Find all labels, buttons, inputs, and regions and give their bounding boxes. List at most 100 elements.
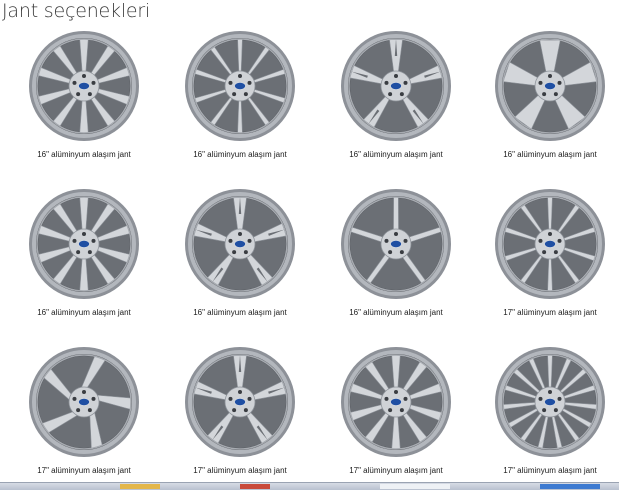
lug-nut xyxy=(247,238,252,243)
wheel-image xyxy=(340,30,452,142)
hub-logo xyxy=(544,240,556,248)
lug-nut xyxy=(87,250,92,255)
wheel-option[interactable]: 17" alüminyum alaşım jant xyxy=(8,346,158,496)
lug-nut xyxy=(247,80,252,85)
lug-nut xyxy=(548,74,552,78)
lug-nut xyxy=(403,238,408,243)
lug-nut xyxy=(548,232,552,236)
lug-nut xyxy=(403,396,408,401)
wheel-caption: 16" alüminyum alaşım jant xyxy=(349,308,443,317)
lug-nut xyxy=(232,250,237,255)
wheel-image xyxy=(494,188,606,300)
lug-nut xyxy=(388,92,393,97)
lug-nut xyxy=(394,390,398,394)
lug-nut xyxy=(542,92,547,97)
wheel-option[interactable]: 16" alüminyum alaşım jant xyxy=(164,188,314,338)
hub-logo xyxy=(544,82,556,90)
wheel-svg xyxy=(495,347,605,457)
wheel-option[interactable]: 17" alüminyum alaşım jant xyxy=(164,346,314,496)
hub-logo xyxy=(390,398,402,406)
hub-logo xyxy=(390,82,402,90)
lug-nut xyxy=(76,250,81,255)
wheel-image xyxy=(184,30,296,142)
wheel-caption: 16" alüminyum alaşım jant xyxy=(193,150,287,159)
lug-nut xyxy=(403,80,408,85)
wheel-caption: 16" alüminyum alaşım jant xyxy=(193,308,287,317)
lug-nut xyxy=(384,80,389,85)
lug-nut xyxy=(228,396,233,401)
lug-nut xyxy=(388,408,393,413)
lug-nut xyxy=(91,238,96,243)
lug-nut xyxy=(228,80,233,85)
lug-nut xyxy=(548,390,552,394)
wheel-option[interactable]: 16" alüminyum alaşım jant xyxy=(474,30,619,180)
hub-logo xyxy=(544,398,556,406)
lug-nut xyxy=(394,74,398,78)
wheel-option[interactable]: 17" alüminyum alaşım jant xyxy=(474,188,619,338)
wheel-image xyxy=(28,188,140,300)
hub-logo xyxy=(390,240,402,248)
wheel-svg xyxy=(341,31,451,141)
wheel-caption: 17" alüminyum alaşım jant xyxy=(349,466,443,475)
wheel-option[interactable]: 16" alüminyum alaşım jant xyxy=(320,30,470,180)
wheel-svg xyxy=(495,31,605,141)
wheel-svg xyxy=(341,189,451,299)
taskbar-app-icon[interactable] xyxy=(240,484,270,489)
hub-logo xyxy=(78,240,90,248)
wheel-caption: 16" alüminyum alaşım jant xyxy=(37,150,131,159)
lug-nut xyxy=(82,74,86,78)
lug-nut xyxy=(388,250,393,255)
lug-nut xyxy=(232,92,237,97)
wheel-option[interactable]: 17" alüminyum alaşım jant xyxy=(320,346,470,496)
lug-nut xyxy=(542,250,547,255)
wheel-caption: 16" alüminyum alaşım jant xyxy=(503,150,597,159)
taskbar-app-icon[interactable] xyxy=(380,484,450,489)
lug-nut xyxy=(399,408,404,413)
taskbar-app-icon[interactable] xyxy=(120,484,160,489)
wheel-option[interactable]: 16" alüminyum alaşım jant xyxy=(8,188,158,338)
taskbar-app-icon[interactable] xyxy=(540,484,600,489)
hub-logo xyxy=(78,398,90,406)
lug-nut xyxy=(538,396,543,401)
lug-nut xyxy=(553,408,558,413)
lug-nut xyxy=(553,250,558,255)
wheel-svg xyxy=(185,347,295,457)
lug-nut xyxy=(384,396,389,401)
lug-nut xyxy=(82,232,86,236)
wheel-caption: 17" alüminyum alaşım jant xyxy=(503,308,597,317)
lug-nut xyxy=(542,408,547,413)
wheel-option[interactable]: 17" alüminyum alaşım jant xyxy=(474,346,619,496)
lug-nut xyxy=(238,232,242,236)
wheel-option[interactable]: 16" alüminyum alaşım jant xyxy=(164,30,314,180)
hub-logo xyxy=(234,82,246,90)
lug-nut xyxy=(76,408,81,413)
lug-nut xyxy=(553,92,558,97)
lug-nut xyxy=(228,238,233,243)
lug-nut xyxy=(243,408,248,413)
lug-nut xyxy=(399,250,404,255)
lug-nut xyxy=(247,396,252,401)
wheel-caption: 17" alüminyum alaşım jant xyxy=(193,466,287,475)
wheel-image xyxy=(340,346,452,458)
wheel-image xyxy=(340,188,452,300)
wheel-option[interactable]: 16" alüminyum alaşım jant xyxy=(8,30,158,180)
lug-nut xyxy=(82,390,86,394)
lug-nut xyxy=(538,80,543,85)
wheel-caption: 17" alüminyum alaşım jant xyxy=(503,466,597,475)
lug-nut xyxy=(384,238,389,243)
lug-nut xyxy=(399,92,404,97)
lug-nut xyxy=(538,238,543,243)
wheel-spoke xyxy=(393,196,399,231)
wheel-image xyxy=(184,346,296,458)
lug-nut xyxy=(238,74,242,78)
wheel-image xyxy=(28,346,140,458)
lug-nut xyxy=(87,408,92,413)
lug-nut xyxy=(72,238,77,243)
lug-nut xyxy=(76,92,81,97)
lug-nut xyxy=(394,232,398,236)
wheel-svg xyxy=(185,189,295,299)
hub-logo xyxy=(78,82,90,90)
wheel-option[interactable]: 16" alüminyum alaşım jant xyxy=(320,188,470,338)
wheel-image xyxy=(184,188,296,300)
lug-nut xyxy=(87,92,92,97)
